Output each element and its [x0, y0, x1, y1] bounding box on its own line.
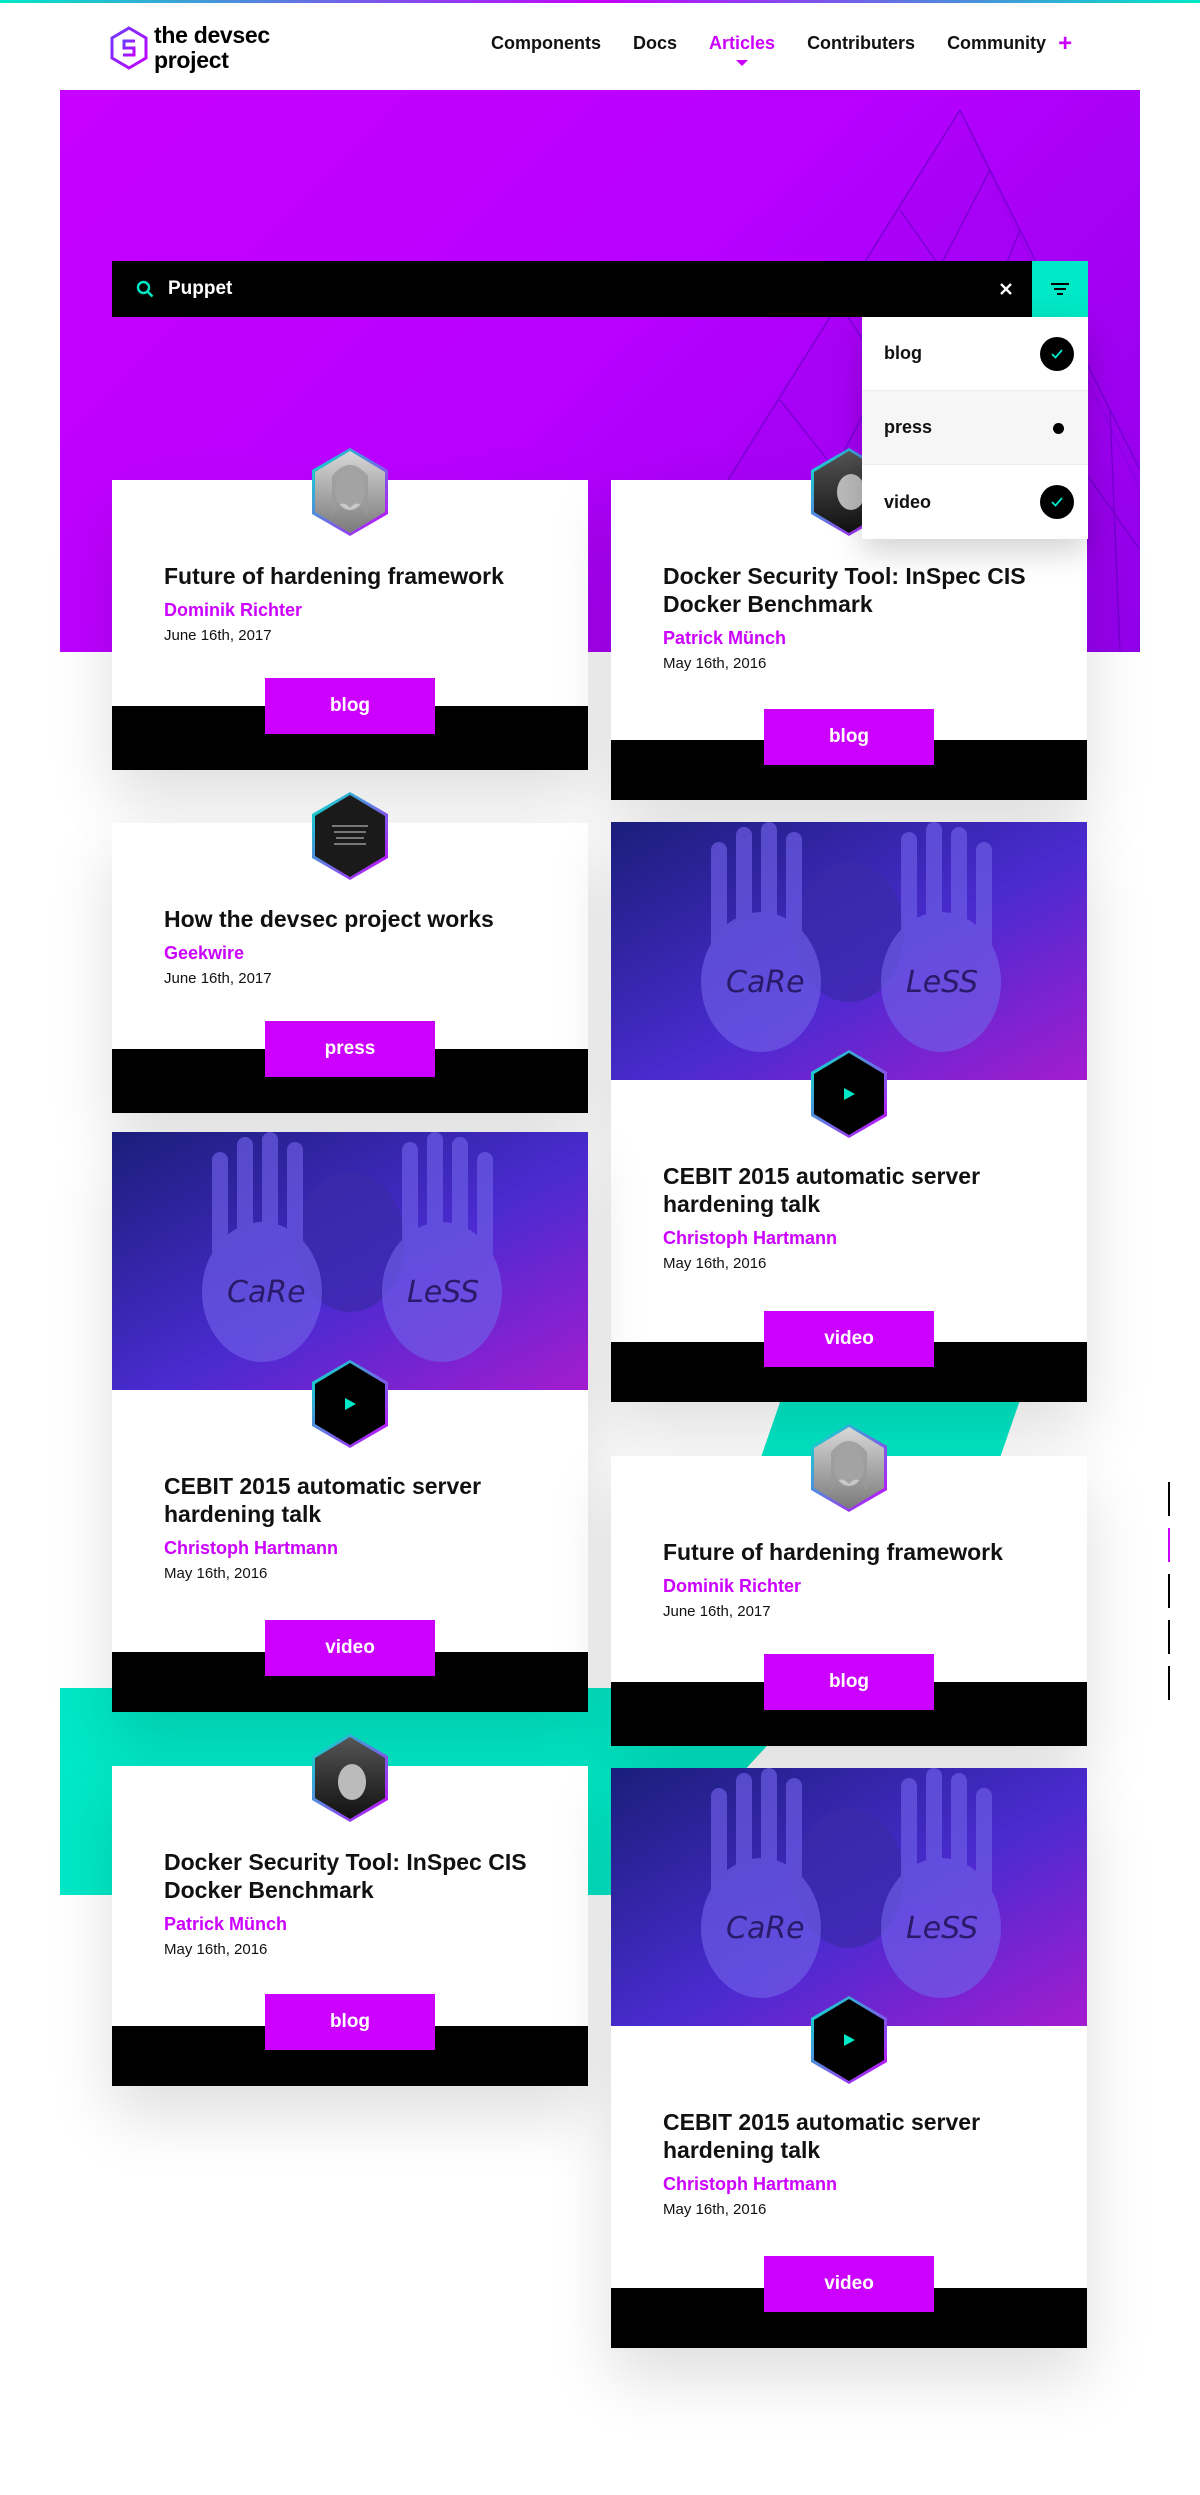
- filter-button[interactable]: [1032, 261, 1088, 317]
- logo-line-1: the devsec: [154, 22, 270, 48]
- teal-decoration-mid: [760, 1400, 1020, 1460]
- filter-option-video[interactable]: video: [862, 465, 1088, 539]
- card-tag-button[interactable]: blog: [265, 678, 435, 734]
- card-tag-button[interactable]: video: [265, 1620, 435, 1676]
- author-avatar: [312, 1734, 388, 1822]
- card-author[interactable]: Christoph Hartmann: [611, 1228, 1087, 1249]
- card-title[interactable]: CEBIT 2015 automatic server hardening ta…: [611, 2108, 1087, 2164]
- video-thumbnail[interactable]: CaRe LeSS: [611, 822, 1087, 1080]
- card-tag-button[interactable]: blog: [764, 709, 934, 765]
- nav-contributers[interactable]: Contributers: [807, 33, 915, 54]
- play-button[interactable]: [310, 1358, 390, 1450]
- devsec-logo-icon: [110, 26, 148, 70]
- card-tag-button[interactable]: blog: [265, 1994, 435, 2050]
- card-author[interactable]: Dominik Richter: [611, 1576, 1087, 1597]
- site-header: the devsec project Components Docs Artic…: [0, 3, 1200, 89]
- card-author[interactable]: Patrick Münch: [611, 628, 1087, 649]
- svg-text:LeSS: LeSS: [906, 965, 978, 1000]
- filter-option-label: blog: [884, 343, 922, 363]
- card-title[interactable]: How the devsec project works: [112, 905, 588, 933]
- svg-text:LeSS: LeSS: [906, 1911, 978, 1946]
- card-author[interactable]: Dominik Richter: [112, 600, 588, 621]
- filter-option-blog[interactable]: blog: [862, 317, 1088, 391]
- card-title[interactable]: Docker Security Tool: InSpec CIS Docker …: [611, 562, 1087, 618]
- card-title[interactable]: CEBIT 2015 automatic server hardening ta…: [611, 1162, 1087, 1218]
- search-bar: [112, 261, 1088, 317]
- video-thumbnail[interactable]: CaRe LeSS: [611, 1768, 1087, 2026]
- card-title[interactable]: Docker Security Tool: InSpec CIS Docker …: [112, 1848, 588, 1904]
- card-title[interactable]: Future of hardening framework: [611, 1538, 1087, 1566]
- card-date: May 16th, 2016: [663, 1255, 767, 1272]
- card-date: May 16th, 2016: [663, 655, 767, 672]
- nav-docs[interactable]: Docs: [633, 33, 677, 54]
- card-author[interactable]: Geekwire: [112, 943, 588, 964]
- filter-option-press[interactable]: press: [862, 391, 1088, 465]
- filter-option-label: press: [884, 417, 933, 437]
- play-button[interactable]: [809, 1048, 889, 1140]
- nav-components[interactable]: Components: [491, 33, 601, 54]
- card-date: May 16th, 2016: [663, 2201, 767, 2218]
- card-author[interactable]: Patrick Münch: [112, 1914, 588, 1935]
- main-nav: Components Docs Articles Contributers Co…: [491, 31, 1072, 66]
- check-icon[interactable]: [1040, 485, 1074, 519]
- search-icon: [136, 280, 154, 298]
- author-avatar: [312, 448, 388, 536]
- card-author[interactable]: Christoph Hartmann: [611, 2174, 1087, 2195]
- video-thumbnail[interactable]: CaRe LeSS: [112, 1132, 588, 1390]
- card-date: May 16th, 2016: [164, 1941, 268, 1958]
- svg-text:LeSS: LeSS: [407, 1275, 479, 1310]
- publisher-logo: [312, 792, 388, 880]
- filter-option-label: video: [884, 491, 932, 512]
- logo-line-2: project: [154, 47, 229, 73]
- community-plus-icon[interactable]: +: [1058, 31, 1072, 55]
- card-title[interactable]: Future of hardening framework: [112, 562, 588, 590]
- scroll-indicator-2[interactable]: [1168, 1528, 1170, 1562]
- nav-community[interactable]: Community: [947, 33, 1046, 54]
- card-tag-button[interactable]: video: [764, 1311, 934, 1367]
- svg-text:CaRe: CaRe: [227, 1275, 306, 1310]
- filter-dropdown: blog press video: [862, 317, 1088, 539]
- search-input[interactable]: [168, 278, 948, 300]
- card-date: June 16th, 2017: [164, 627, 272, 644]
- scroll-indicator-3[interactable]: [1168, 1574, 1170, 1608]
- author-avatar: [811, 1424, 887, 1512]
- svg-text:CaRe: CaRe: [726, 965, 805, 1000]
- card-date: May 16th, 2016: [164, 1565, 268, 1582]
- card-date: June 16th, 2017: [663, 1603, 771, 1620]
- play-button[interactable]: [809, 1994, 889, 2086]
- nav-articles[interactable]: Articles: [709, 33, 775, 66]
- scroll-indicator-5[interactable]: [1168, 1666, 1170, 1700]
- card-title[interactable]: CEBIT 2015 automatic server hardening ta…: [112, 1472, 588, 1528]
- logo-text: the devsec project: [154, 23, 270, 73]
- card-tag-button[interactable]: video: [764, 2256, 934, 2312]
- scroll-indicator-1[interactable]: [1168, 1482, 1170, 1516]
- logo[interactable]: the devsec project: [110, 23, 270, 73]
- close-icon[interactable]: [994, 277, 1018, 301]
- scroll-indicator-4[interactable]: [1168, 1620, 1170, 1654]
- card-tag-button[interactable]: press: [265, 1021, 435, 1077]
- unchecked-dot-icon[interactable]: [1053, 423, 1064, 434]
- svg-text:CaRe: CaRe: [726, 1911, 805, 1946]
- card-author[interactable]: Christoph Hartmann: [112, 1538, 588, 1559]
- filter-icon: [1051, 283, 1069, 295]
- card-date: June 16th, 2017: [164, 970, 272, 987]
- check-icon[interactable]: [1040, 337, 1074, 371]
- card-tag-button[interactable]: blog: [764, 1654, 934, 1710]
